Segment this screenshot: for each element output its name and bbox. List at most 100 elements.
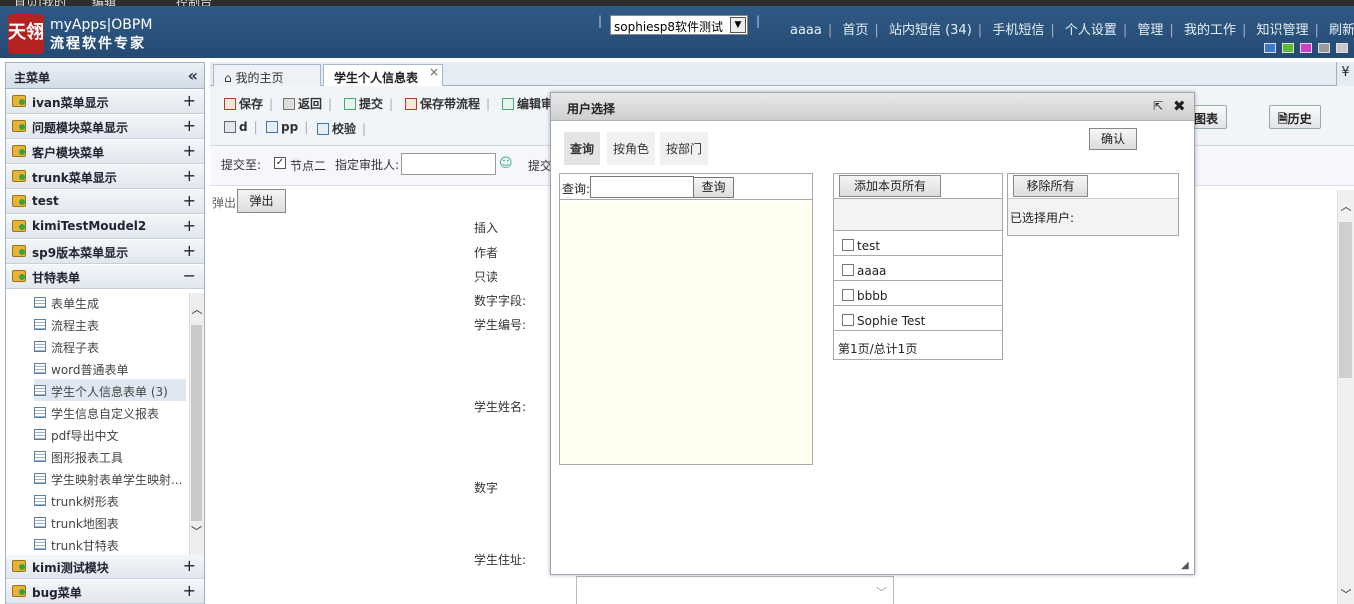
chevron-up-icon[interactable]: ︿	[190, 301, 204, 317]
submenu-item[interactable]: 流程主表	[34, 313, 186, 335]
chevron-down-icon[interactable]: ﹀	[191, 523, 202, 539]
collapse-menu-icon[interactable]: −	[183, 266, 196, 285]
menu-label: 客户模块菜单	[32, 146, 105, 160]
edit-approver-button[interactable]: 编辑审	[502, 95, 553, 112]
nav-user[interactable]: aaaa	[790, 23, 822, 38]
menu-customer[interactable]: 客户模块菜单 +	[6, 140, 204, 164]
close-icon[interactable]: ✖	[1173, 97, 1186, 115]
tab-home[interactable]: ⌂ 我的主页	[213, 64, 321, 86]
menu-issue[interactable]: 问题模块菜单显示 +	[6, 115, 204, 139]
menu-bug[interactable]: bug菜单 +	[6, 580, 204, 604]
submenu-item[interactable]: trunk甘特表	[34, 533, 186, 555]
submit-button[interactable]: 提交 |	[344, 95, 393, 112]
menu-kimi[interactable]: kimi测试模块 +	[6, 555, 204, 579]
expand-icon[interactable]: +	[183, 581, 196, 600]
nav-settings[interactable]: 个人设置	[1065, 23, 1117, 38]
nav-sms[interactable]: 手机短信	[992, 23, 1044, 38]
add-all-button[interactable]: 添加本页所有	[839, 175, 941, 197]
tab-by-department[interactable]: 按部门	[660, 132, 709, 165]
expand-icon[interactable]: +	[183, 241, 196, 260]
expand-icon[interactable]: +	[183, 166, 196, 185]
nav-messages[interactable]: 站内短信 (34)	[889, 23, 972, 38]
tab-student-info[interactable]: 学生个人信息表 ×	[323, 64, 443, 86]
menu-ivan[interactable]: ivan菜单显示 +	[6, 90, 204, 114]
nav-admin[interactable]: 管理	[1137, 23, 1163, 38]
submenu-item[interactable]: 流程子表	[34, 335, 186, 357]
theme-blue[interactable]	[1264, 43, 1276, 53]
list-item[interactable]: bbbb	[834, 280, 1002, 305]
menu-gantt[interactable]: 甘特表单 −	[6, 265, 204, 289]
history-button[interactable]: 🗎历史	[1269, 105, 1321, 129]
domain-select[interactable]: sophiesp8软件测试 ▼	[610, 15, 748, 35]
d-button[interactable]: d |	[224, 120, 258, 134]
submenu-item[interactable]: trunk地图表	[34, 511, 186, 533]
list-item[interactable]: Sophie Test	[834, 305, 1002, 330]
user-picker-icon[interactable]: ☺	[499, 156, 513, 171]
node-checkbox[interactable]: ✓	[274, 157, 286, 169]
expand-icon[interactable]: +	[183, 141, 196, 160]
query-button[interactable]: 查询	[693, 177, 734, 198]
resize-handle-icon[interactable]: ◢	[1181, 560, 1189, 571]
nav-refresh[interactable]: 刷新	[1329, 23, 1354, 38]
expand-icon[interactable]: +	[183, 91, 196, 110]
history-icon: 🗎	[1278, 112, 1288, 126]
menu-sp9[interactable]: sp9版本菜单显示 +	[6, 240, 204, 264]
submenu-item[interactable]: 图形报表工具	[34, 445, 186, 467]
expand-icon[interactable]: +	[183, 191, 196, 210]
tab-query[interactable]: 查询	[564, 132, 601, 165]
expand-icon[interactable]: +	[183, 556, 196, 575]
theme-silver[interactable]	[1336, 43, 1348, 53]
popup-button[interactable]: 弹出	[237, 189, 286, 213]
submenu-item-selected[interactable]: 学生个人信息表单 (3)	[34, 379, 186, 401]
nav-my-work[interactable]: 我的工作	[1184, 23, 1236, 38]
popout-icon[interactable]: ⇱	[1153, 99, 1163, 113]
save-with-flow-button[interactable]: 保存带流程 |	[405, 95, 490, 112]
user-checkbox[interactable]	[842, 314, 854, 326]
expand-panel-icon[interactable]: ¥	[1336, 62, 1354, 86]
user-checkbox[interactable]	[842, 264, 854, 276]
expand-icon[interactable]: +	[183, 116, 196, 135]
address-textarea[interactable]	[576, 576, 894, 604]
nav-home[interactable]: 首页	[842, 23, 868, 38]
submenu-label: 学生个人信息表单 (3)	[51, 385, 168, 399]
user-checkbox[interactable]	[842, 239, 854, 251]
remove-all-button[interactable]: 移除所有	[1013, 175, 1088, 197]
menu-trunk[interactable]: trunk菜单显示 +	[6, 165, 204, 189]
submenu-item[interactable]: 学生映射表单学生映射...	[34, 467, 186, 489]
save-button[interactable]: 保存 |	[224, 95, 273, 112]
query-input[interactable]	[590, 176, 694, 198]
confirm-button[interactable]: 确认	[1089, 128, 1137, 150]
sidebar-scroll-thumb[interactable]	[191, 325, 202, 521]
chevron-down-icon[interactable]: ▼	[730, 17, 746, 33]
collapse-icon[interactable]: «	[188, 66, 198, 85]
submenu-item[interactable]: trunk树形表	[34, 489, 186, 511]
submenu-item[interactable]: 表单生成	[34, 291, 186, 313]
list-item[interactable]: test	[834, 230, 1002, 255]
approver-input[interactable]	[401, 153, 496, 175]
menu-test[interactable]: test +	[6, 190, 204, 214]
expand-icon[interactable]: +	[183, 216, 196, 235]
back-button[interactable]: 返回 |	[283, 95, 332, 112]
submenu-item[interactable]: pdf导出中文	[34, 423, 186, 445]
user-checkbox[interactable]	[842, 289, 854, 301]
user-list-panel: 添加本页所有 test aaaa bbbb Sophie Test 第1页/总计…	[833, 173, 1003, 360]
theme-green[interactable]	[1282, 43, 1294, 53]
tab-label: 按部门	[666, 142, 703, 156]
table-icon	[34, 451, 46, 462]
theme-pink[interactable]	[1300, 43, 1312, 53]
chevron-down-icon[interactable]: ﹀	[876, 584, 887, 600]
main-scroll-thumb[interactable]	[1339, 222, 1352, 378]
tab-by-role[interactable]: 按角色	[607, 132, 656, 165]
theme-gray[interactable]	[1318, 43, 1330, 53]
submit-label: 提交	[359, 97, 384, 111]
nav-knowledge[interactable]: 知识管理	[1257, 23, 1309, 38]
chevron-down-icon[interactable]: ﹀	[1338, 586, 1354, 602]
chevron-up-icon[interactable]: ︿	[1338, 198, 1354, 214]
submenu-item[interactable]: 学生信息自定义报表	[34, 401, 186, 423]
submenu-item[interactable]: word普通表单	[34, 357, 186, 379]
menu-kimi-test-moudel2[interactable]: kimiTestMoudel2 +	[6, 215, 204, 239]
close-icon[interactable]: ×	[429, 65, 439, 79]
verify-button[interactable]: 校验 |	[317, 120, 366, 137]
list-item[interactable]: aaaa	[834, 255, 1002, 280]
pp-button[interactable]: pp |	[266, 120, 308, 134]
